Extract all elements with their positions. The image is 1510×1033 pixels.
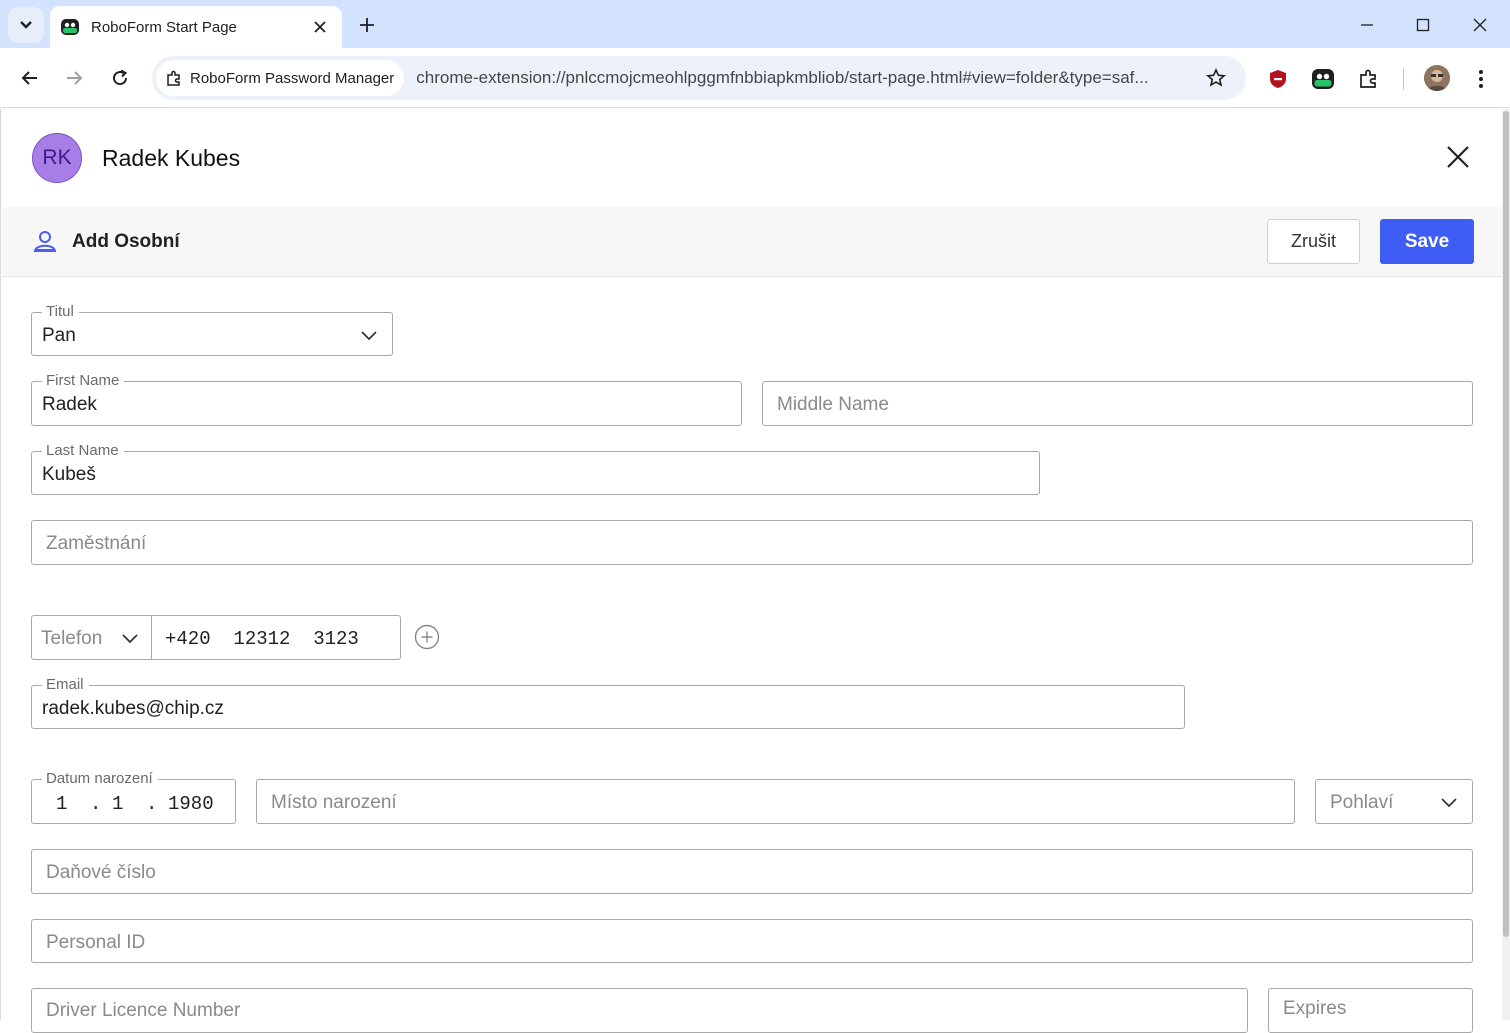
personal-id-field[interactable]: Personal ID (31, 919, 1473, 963)
roboform-extension-icon[interactable] (1310, 66, 1336, 92)
expires-placeholder: Expires (1283, 998, 1347, 1019)
occupation-placeholder: Zaměstnání (46, 533, 147, 554)
title-label: Titul (42, 303, 79, 321)
chevron-down-icon (122, 634, 138, 644)
maximize-button[interactable] (1410, 12, 1436, 38)
toolbar-separator (1403, 68, 1404, 90)
person-icon (33, 231, 57, 252)
shield-extension-icon[interactable] (1265, 66, 1291, 92)
avatar-initials: RK (42, 146, 72, 169)
close-icon[interactable] (1442, 141, 1474, 173)
phone-type-select[interactable]: Telefon (31, 615, 152, 660)
birth-day-value: 1 (56, 793, 68, 815)
bookmark-star-icon[interactable] (1204, 66, 1228, 90)
profile-photo-icon (1424, 65, 1450, 91)
save-button[interactable]: Save (1380, 219, 1474, 264)
last-name-field[interactable]: Last Name Kubeš (31, 442, 1040, 495)
roboform-icon (61, 19, 79, 35)
birth-place-field[interactable]: Místo narození (256, 779, 1295, 824)
kebab-menu-icon (1479, 70, 1483, 88)
first-name-value: Radek (42, 394, 97, 415)
add-phone-icon[interactable] (414, 624, 440, 650)
forward-button[interactable] (60, 64, 88, 92)
extension-puzzle-icon (167, 70, 180, 86)
email-value: radek.kubes@chip.cz (42, 698, 224, 719)
birth-place-placeholder: Místo narození (271, 792, 397, 813)
last-name-value: Kubeš (42, 464, 96, 485)
minimize-icon (1361, 24, 1373, 26)
middle-name-field[interactable]: Middle Name (762, 381, 1473, 426)
tab-strip: RoboForm Start Page (0, 0, 1510, 48)
birth-month-value: 1 (112, 793, 124, 815)
user-name: Radek Kubes (102, 145, 241, 171)
action-bar: Add Osobní Zrušit Save (2, 207, 1503, 277)
plus-icon (360, 18, 374, 32)
first-name-label: First Name (42, 372, 125, 390)
tab-search-button[interactable] (8, 7, 44, 43)
last-name-label: Last Name (42, 442, 124, 460)
cancel-button[interactable]: Zrušit (1267, 219, 1360, 264)
title-select[interactable]: Titul Pan (31, 303, 393, 356)
profile-avatar[interactable] (1424, 65, 1450, 91)
email-label: Email (42, 676, 89, 694)
page-content: RK Radek Kubes Add Osobní Zrušit Save Ti… (0, 109, 1510, 1033)
gender-select[interactable]: Pohlaví (1315, 779, 1473, 824)
birth-year-value: 1980 (168, 793, 214, 815)
driver-licence-field[interactable]: Driver Licence Number (31, 988, 1248, 1033)
chevron-down-icon (361, 331, 377, 341)
address-bar[interactable]: RoboForm Password Manager chrome-extensi… (152, 56, 1246, 100)
avatar: RK (32, 133, 82, 183)
email-field[interactable]: Email radek.kubes@chip.cz (31, 676, 1185, 729)
arrow-right-icon (67, 71, 83, 85)
phone-number-value: +420 12312 3123 (165, 628, 359, 650)
phone-type-placeholder: Telefon (41, 628, 103, 649)
date-separator: . (146, 793, 158, 815)
expires-field[interactable]: Expires (1268, 988, 1473, 1033)
reload-icon (113, 69, 128, 86)
gender-placeholder: Pohlaví (1330, 792, 1394, 813)
tab-close-icon[interactable] (310, 17, 330, 37)
middle-name-placeholder: Middle Name (777, 394, 889, 415)
browser-toolbar: RoboForm Password Manager chrome-extensi… (0, 48, 1510, 108)
title-value: Pan (42, 325, 76, 346)
tax-number-placeholder: Daňové číslo (46, 862, 156, 883)
date-separator: . (90, 793, 102, 815)
minimize-button[interactable] (1354, 12, 1380, 38)
url-text[interactable]: chrome-extension://pnlccmojcmeohlpggmfnb… (416, 68, 1192, 88)
maximize-icon (1416, 18, 1430, 32)
tab-title: RoboForm Start Page (91, 18, 237, 36)
personal-id-placeholder: Personal ID (46, 932, 146, 953)
driver-licence-placeholder: Driver Licence Number (46, 1000, 241, 1021)
scrollbar-thumb[interactable] (1503, 111, 1509, 937)
close-window-button[interactable] (1467, 12, 1493, 38)
birth-date-label: Datum narození (42, 770, 158, 788)
browser-menu-button[interactable] (1468, 66, 1494, 92)
page-title: Add Osobní (72, 231, 180, 252)
birth-date-field[interactable]: Datum narození 1 . 1 . 1980 (31, 770, 236, 824)
chevron-down-icon (20, 21, 32, 29)
back-button[interactable] (16, 64, 44, 92)
arrow-left-icon (21, 71, 37, 85)
site-info-chip[interactable]: RoboForm Password Manager (156, 60, 405, 96)
identity-header: RK Radek Kubes (2, 109, 1503, 207)
site-chip-label: RoboForm Password Manager (190, 69, 395, 87)
tax-number-field[interactable]: Daňové číslo (31, 849, 1473, 894)
tab-roboform-start[interactable]: RoboForm Start Page (50, 6, 342, 48)
phone-number-field[interactable]: +420 12312 3123 (151, 615, 401, 660)
chevron-down-icon (1441, 798, 1457, 808)
close-icon (1473, 18, 1487, 32)
new-tab-button[interactable] (354, 12, 380, 38)
first-name-field[interactable]: First Name Radek (31, 372, 742, 426)
occupation-field[interactable]: Zaměstnání (31, 520, 1473, 565)
reload-button[interactable] (106, 64, 134, 92)
page-scrollbar[interactable] (1502, 109, 1510, 1020)
extensions-puzzle-icon[interactable] (1356, 66, 1382, 92)
